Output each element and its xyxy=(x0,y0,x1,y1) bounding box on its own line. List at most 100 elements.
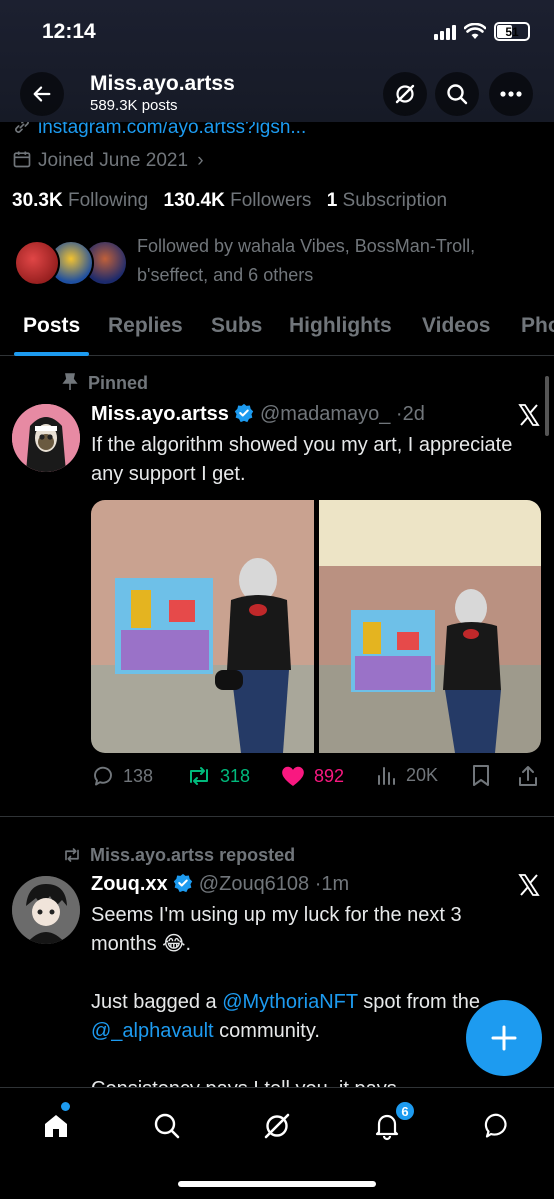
pinned-label: Pinned xyxy=(62,373,148,394)
avatar[interactable] xyxy=(12,404,80,472)
subs-count: 1 xyxy=(326,190,338,211)
verified-badge-icon xyxy=(235,403,254,423)
verified-badge-icon xyxy=(174,873,193,893)
status-icons: 51 xyxy=(434,22,530,41)
post-image-1[interactable] xyxy=(91,500,314,753)
anime-avatar-image xyxy=(12,876,80,944)
pin-icon xyxy=(62,373,78,390)
calendar-icon xyxy=(13,151,31,168)
mention-link[interactable]: @MythoriaNFT xyxy=(222,991,358,1013)
following-count: 30.3K xyxy=(12,190,63,211)
post-image-2[interactable] xyxy=(319,500,541,753)
x-logo-icon xyxy=(518,874,540,896)
grok-button[interactable] xyxy=(383,72,427,116)
tab-subs[interactable]: Subs xyxy=(211,314,262,338)
subs-label: Subscription xyxy=(342,190,448,211)
search-icon xyxy=(447,84,468,105)
following-label: Following xyxy=(67,190,149,211)
text-segment: Just bagged a xyxy=(91,991,223,1013)
repost-small-icon xyxy=(65,848,79,862)
followers-count: 130.4K xyxy=(163,190,225,211)
author-handle: @madamayo_ xyxy=(259,403,391,425)
text-segment: community. xyxy=(213,1020,320,1042)
subscriptions-link[interactable]: 1 Subscription xyxy=(327,190,447,211)
follower-avatars[interactable] xyxy=(14,240,128,288)
repost-count: 318 xyxy=(220,765,251,786)
post-text-line1: Seems I'm using up my luck for the next … xyxy=(91,904,462,955)
wifi-icon xyxy=(464,23,486,39)
notification-badge: 6 xyxy=(394,1100,416,1122)
profile-stats: 30.3K Following 130.4K Followers 1 Subsc… xyxy=(12,190,447,212)
like-count: 892 xyxy=(314,765,345,786)
search-button[interactable] xyxy=(435,72,479,116)
post-time: 1m xyxy=(321,873,350,895)
bookmark-button[interactable] xyxy=(471,764,491,788)
joined-text: Joined June 2021 xyxy=(38,150,189,171)
battery-icon: 51 xyxy=(494,22,530,41)
artwork-photo xyxy=(319,500,541,753)
views-bar-chart-icon xyxy=(378,767,395,785)
repost-button[interactable]: 318 xyxy=(186,764,250,788)
post-author-line: Zouq.xx @Zouq6108 ·1m xyxy=(91,873,349,896)
post-count: 589.3K posts xyxy=(90,97,178,114)
scrollbar[interactable] xyxy=(545,376,549,436)
views-count: 20K xyxy=(406,764,439,785)
tab-posts[interactable]: Posts xyxy=(23,314,80,338)
share-button[interactable] xyxy=(517,764,539,788)
followed-by-text[interactable]: Followed by wahala Vibes, BossMan-Troll,… xyxy=(137,232,537,290)
separator-dot: · xyxy=(395,403,403,425)
followers-link[interactable]: 130.4K Followers xyxy=(164,190,312,211)
tab-videos[interactable]: Videos xyxy=(422,314,490,338)
nav-messages[interactable] xyxy=(478,1106,518,1146)
home-icon xyxy=(45,1115,67,1137)
arrow-left-icon xyxy=(33,86,51,102)
profile-header: 12:14 51 Miss.ayo.artss 589.3K posts xyxy=(0,0,554,122)
like-button[interactable]: 892 xyxy=(280,764,344,788)
back-button[interactable] xyxy=(20,72,64,116)
profile-tabs: Posts Replies Subs Highlights Videos Pho xyxy=(0,310,554,356)
bookmark-icon xyxy=(473,765,489,786)
mention-link[interactable]: @_alphavault xyxy=(91,1020,214,1042)
post-text: If the algorithm showed you my art, I ap… xyxy=(91,434,513,485)
avatar[interactable] xyxy=(12,876,80,944)
nav-grok[interactable] xyxy=(257,1106,297,1146)
nun-mask-avatar-image xyxy=(12,404,80,472)
reply-button[interactable]: 138 xyxy=(91,764,153,788)
post-actions: 138 318 892 20K xyxy=(91,764,541,792)
compose-post-button[interactable] xyxy=(466,1000,542,1076)
more-dots-icon xyxy=(500,91,522,97)
following-link[interactable]: 30.3K Following xyxy=(12,190,148,211)
avatar xyxy=(14,240,60,286)
author-handle: @Zouq6108 xyxy=(198,873,310,895)
search-icon xyxy=(154,1113,180,1139)
post-time: 2d xyxy=(402,403,425,425)
reply-count: 138 xyxy=(123,765,154,786)
nav-search[interactable] xyxy=(147,1106,187,1146)
repost-icon xyxy=(190,767,208,785)
views-button[interactable]: 20K xyxy=(376,764,438,786)
joined-date[interactable]: Joined June 2021 › xyxy=(12,149,204,172)
post-text-line2: Just bagged a @MythoriaNFT spot from the… xyxy=(91,988,521,1046)
nav-home[interactable] xyxy=(36,1106,76,1146)
active-tab-indicator xyxy=(14,352,89,356)
tab-photos[interactable]: Pho xyxy=(521,314,554,338)
cellular-signal-icon xyxy=(434,24,456,40)
pinned-text: Pinned xyxy=(88,373,149,393)
plus-icon xyxy=(491,1025,517,1051)
page-title: Miss.ayo.artss xyxy=(90,72,235,95)
tab-highlights[interactable]: Highlights xyxy=(289,314,392,338)
author-name[interactable]: Miss.ayo.artss xyxy=(91,403,229,425)
repost-context: Miss.ayo.artss reposted xyxy=(62,845,295,866)
share-icon xyxy=(519,766,537,786)
artwork-photo xyxy=(91,500,314,753)
status-time: 12:14 xyxy=(42,20,96,43)
chat-bubble-icon xyxy=(484,1113,507,1138)
post-divider xyxy=(0,816,554,817)
followers-label: Followers xyxy=(230,190,312,211)
tab-replies[interactable]: Replies xyxy=(108,314,183,338)
more-button[interactable] xyxy=(489,72,533,116)
author-name[interactable]: Zouq.xx xyxy=(91,873,168,895)
battery-percent: 51 xyxy=(505,24,519,39)
post-author-line: Miss.ayo.artss @madamayo_ ·2d xyxy=(91,403,425,426)
chevron-right-icon: › xyxy=(197,150,204,171)
